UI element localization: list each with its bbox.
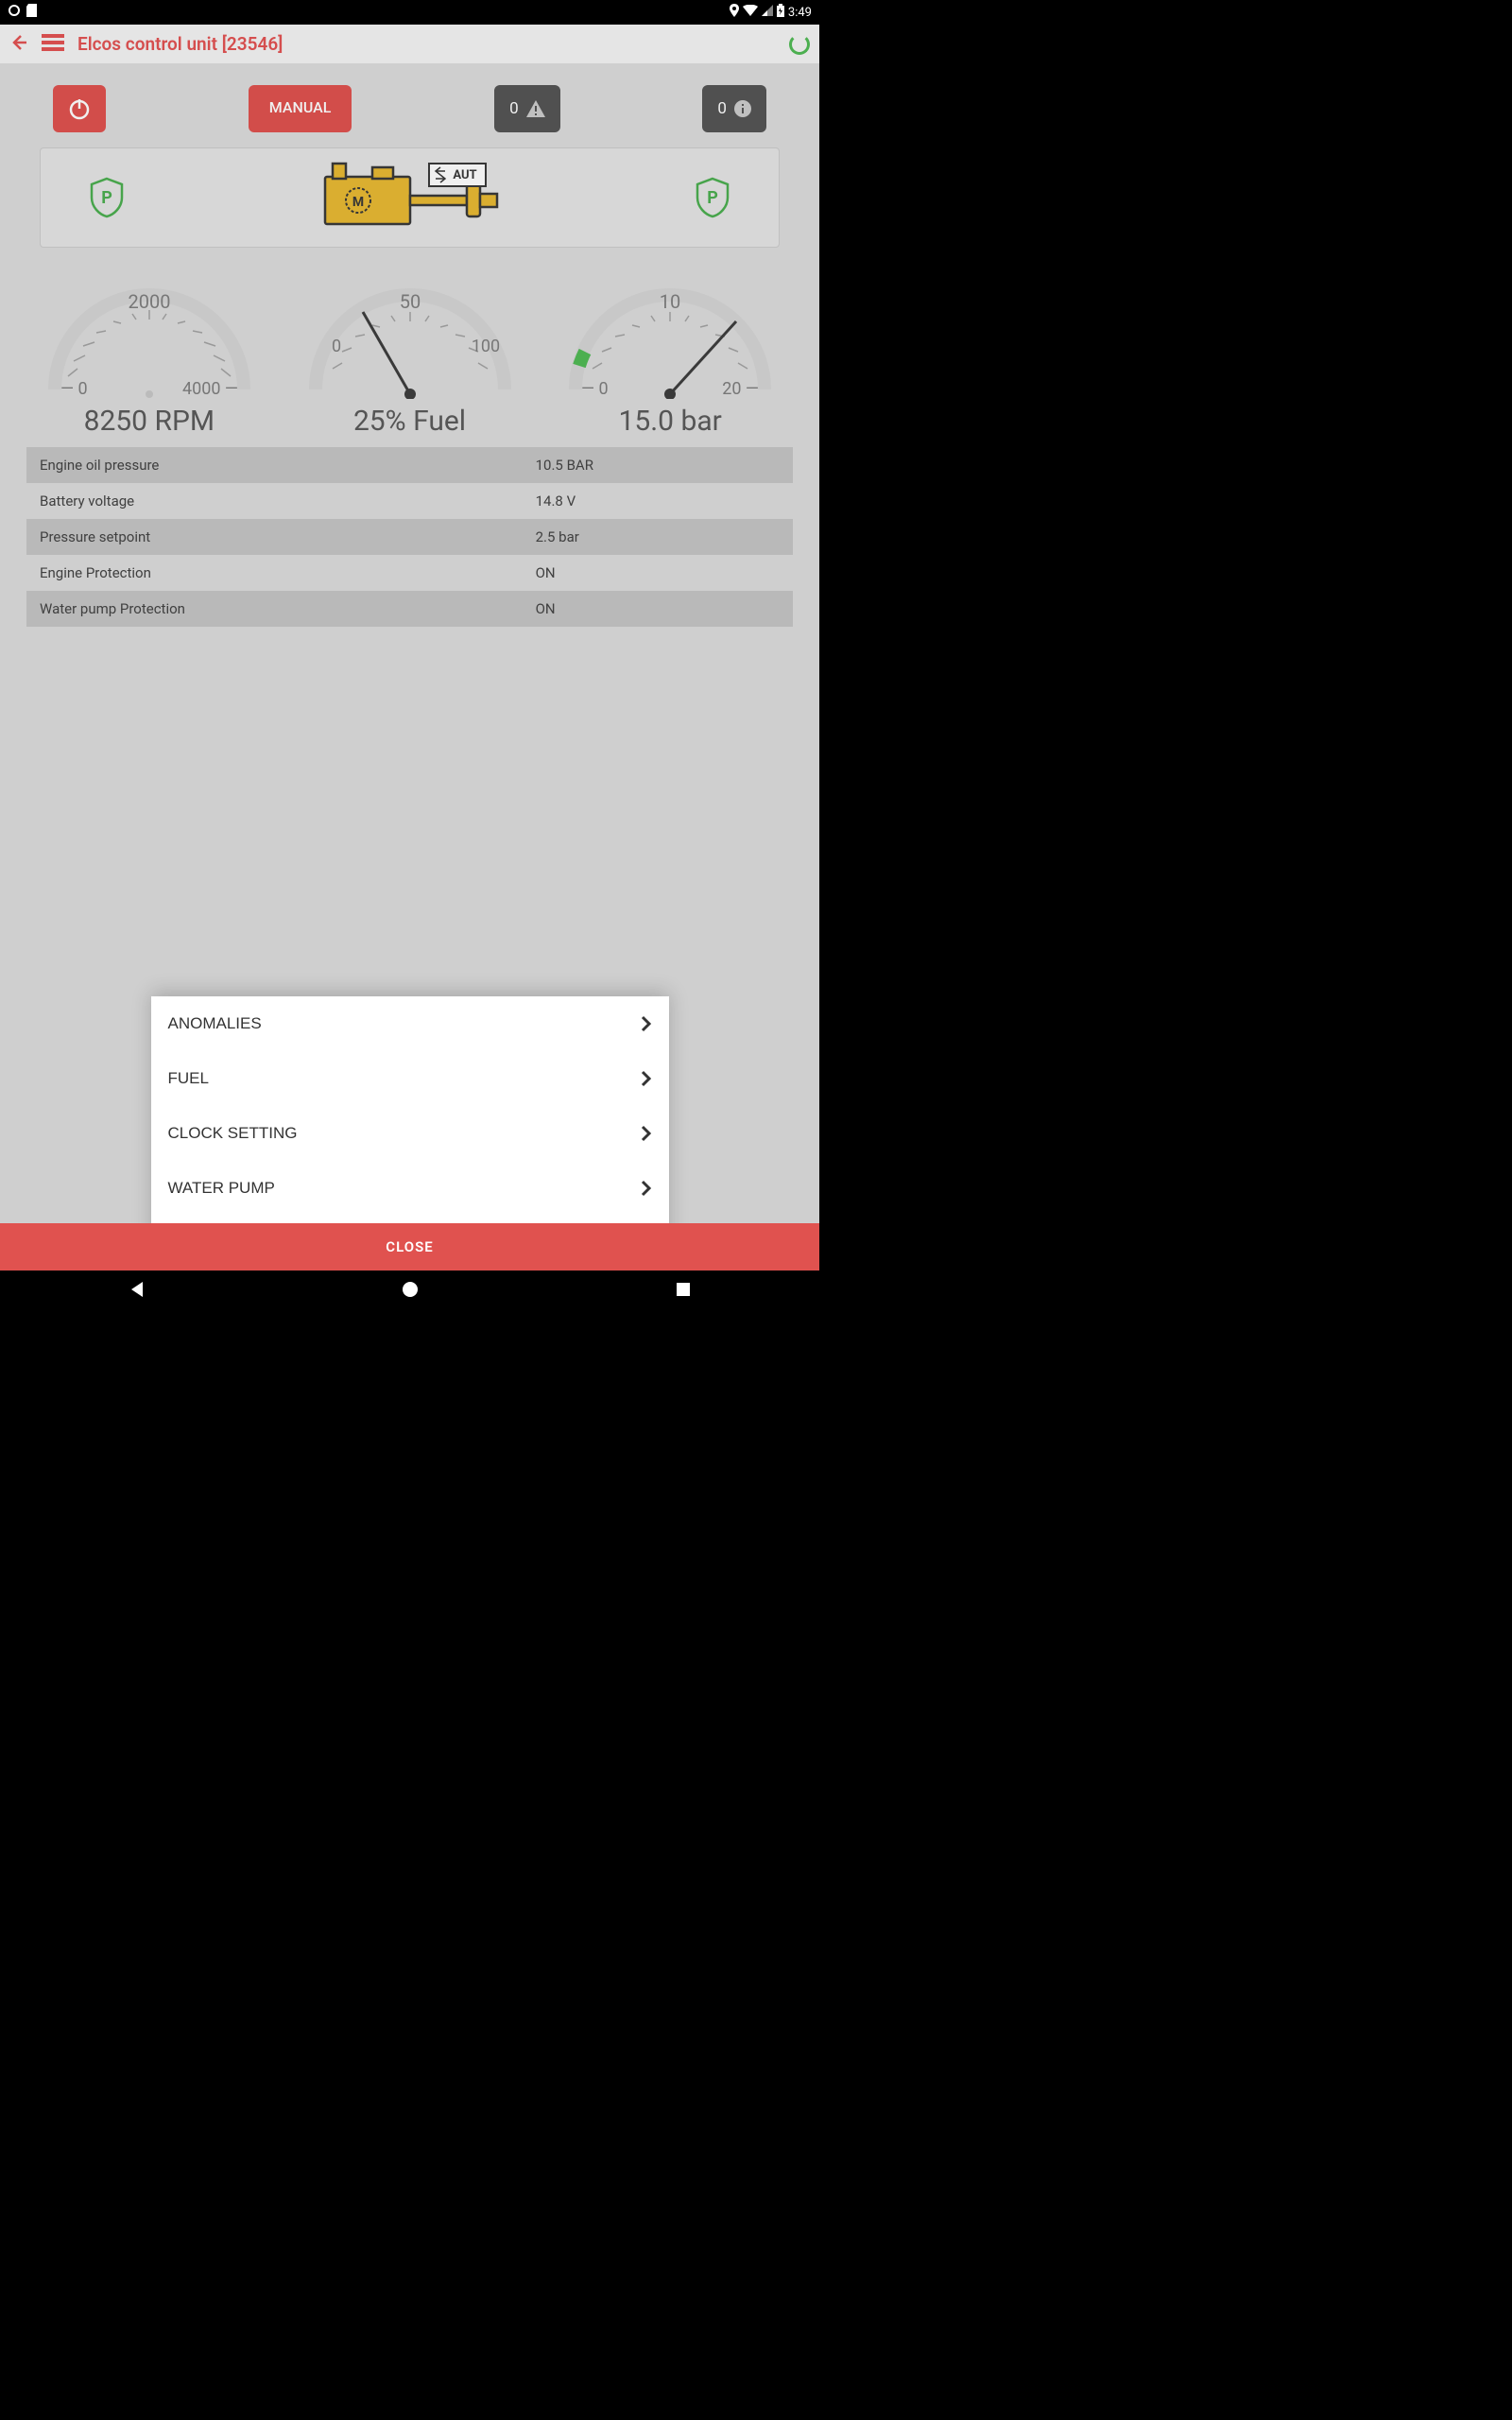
menu-clock-setting[interactable]: CLOCK SETTING: [151, 1106, 669, 1161]
pressure-value: 15.0 bar: [619, 405, 722, 438]
svg-text:P: P: [707, 188, 718, 208]
table-row: Engine ProtectionON: [26, 555, 793, 591]
wifi-icon: [743, 5, 758, 20]
protection-shield-left-icon: P: [88, 177, 126, 218]
loading-spinner-icon: [789, 34, 810, 55]
svg-text:0: 0: [331, 337, 340, 356]
warn-count: 0: [509, 99, 519, 118]
svg-text:— 0: — 0: [60, 379, 88, 399]
svg-text:4000 —: 4000 —: [182, 379, 238, 399]
motor-pump-diagram-icon: M AUT: [306, 158, 514, 237]
main-content: MANUAL 0 0 P M AUT: [0, 64, 819, 1270]
circle-icon: [8, 4, 21, 21]
info-icon: [734, 100, 751, 117]
android-nav-bar: [0, 1270, 819, 1311]
rpm-value: 8250 RPM: [84, 405, 215, 438]
signal-icon: [762, 5, 773, 20]
protection-shield-right-icon: P: [694, 177, 731, 218]
page-title: Elcos control unit [23546]: [77, 33, 283, 55]
gauges-row: 2000 — 0 4000 — 8250 RPM 50 0: [15, 257, 804, 438]
svg-text:20 —: 20 —: [722, 379, 759, 399]
svg-text:AUT: AUT: [453, 168, 476, 182]
svg-text:50: 50: [399, 290, 420, 313]
status-time: 3:49: [788, 6, 812, 20]
svg-text:2000: 2000: [128, 290, 170, 313]
info-button[interactable]: 0: [702, 85, 766, 132]
system-diagram: P M AUT P: [40, 147, 780, 248]
table-row: Battery voltage14.8 V: [26, 483, 793, 519]
menu-anomalies[interactable]: ANOMALIES: [151, 996, 669, 1051]
chevron-right-icon: [641, 1015, 652, 1032]
android-status-bar: 3:49: [0, 0, 819, 25]
chevron-right-icon: [641, 1180, 652, 1197]
chevron-right-icon: [641, 1070, 652, 1087]
top-controls: MANUAL 0 0: [15, 79, 804, 147]
fuel-gauge: 50 0 100 25% Fuel: [280, 257, 541, 438]
nav-recent-icon[interactable]: [675, 1281, 692, 1302]
rpm-gauge: 2000 — 0 4000 — 8250 RPM: [19, 257, 280, 438]
location-icon: [730, 4, 739, 21]
manual-button[interactable]: MANUAL: [249, 85, 352, 132]
warning-icon: [526, 100, 545, 117]
pressure-gauge: 10 — 0 20 — 15.0 bar: [540, 257, 800, 438]
menu-water-pump[interactable]: WATER PUMP: [151, 1161, 669, 1216]
table-row: Engine oil pressure10.5 BAR: [26, 447, 793, 483]
svg-text:— 0: — 0: [581, 379, 609, 399]
nav-home-icon[interactable]: [401, 1280, 420, 1303]
svg-text:100: 100: [471, 337, 499, 356]
data-table: Engine oil pressure10.5 BAR Battery volt…: [26, 447, 793, 627]
svg-text:M: M: [352, 195, 363, 210]
svg-text:10: 10: [660, 290, 680, 313]
nav-back-icon[interactable]: [128, 1280, 146, 1303]
info-count: 0: [717, 99, 727, 118]
app-bar: Elcos control unit [23546]: [0, 25, 819, 64]
svg-text:P: P: [101, 188, 112, 208]
menu-fuel[interactable]: FUEL: [151, 1051, 669, 1106]
menu-icon[interactable]: [42, 33, 64, 56]
close-button[interactable]: CLOSE: [0, 1223, 819, 1270]
back-icon[interactable]: [9, 33, 28, 56]
table-row: Pressure setpoint2.5 bar: [26, 519, 793, 555]
battery-icon: [777, 4, 784, 21]
power-button[interactable]: [53, 85, 106, 132]
table-row: Water pump ProtectionON: [26, 591, 793, 627]
fuel-value: 25% Fuel: [353, 405, 466, 438]
sd-card-icon: [26, 4, 37, 21]
power-icon: [66, 95, 93, 122]
chevron-right-icon: [641, 1125, 652, 1142]
warnings-button[interactable]: 0: [494, 85, 560, 132]
